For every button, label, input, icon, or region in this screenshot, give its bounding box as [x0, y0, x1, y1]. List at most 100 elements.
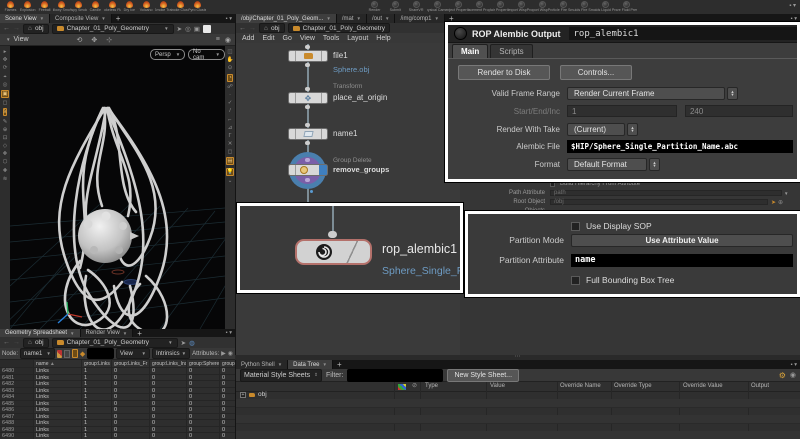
controls-button[interactable]: Controls...: [560, 65, 632, 80]
render-with-take-dropdown[interactable]: (Current): [567, 123, 625, 136]
help-icon[interactable]: ◉: [228, 350, 233, 357]
node-output-dot[interactable]: [305, 63, 310, 67]
column-header[interactable]: [0, 360, 34, 368]
column-header[interactable]: group:Links_Ins: [150, 360, 187, 368]
chevron-down-icon[interactable]: ▼: [784, 191, 788, 196]
node-label[interactable]: file1: [333, 51, 348, 60]
new-style-sheet-button[interactable]: New Style Sheet...: [447, 369, 519, 382]
end-field[interactable]: 240: [685, 105, 793, 117]
use-display-sop-checkbox[interactable]: [571, 222, 580, 231]
column-header[interactable]: Override Type: [614, 382, 652, 391]
spinner-icon[interactable]: ▲▼: [627, 123, 638, 136]
shelf-tool[interactable]: Render: [364, 0, 385, 12]
help-icon[interactable]: ◉: [790, 371, 796, 379]
tab-out-context[interactable]: /out▼: [367, 14, 395, 23]
path-root-chip[interactable]: ⌂obj: [259, 23, 285, 33]
tab-scripts[interactable]: Scripts: [490, 44, 532, 58]
start-field[interactable]: 1: [567, 105, 677, 117]
node-rop-alembic1[interactable]: [295, 239, 372, 265]
tab-data-tree[interactable]: Data Tree▼: [288, 360, 333, 369]
column-header[interactable]: Value: [490, 382, 505, 391]
back-icon[interactable]: ←: [3, 25, 10, 32]
column-header[interactable]: Output: [751, 382, 769, 391]
datatree-mode-dropdown[interactable]: Material Style Sheets⇕: [240, 369, 322, 382]
alembic-file-field[interactable]: $HIP/Sphere_Single_Partition_Name.abc: [567, 140, 793, 153]
group-filter-input[interactable]: [87, 348, 114, 359]
column-header[interactable]: group:T: [220, 360, 235, 368]
path-location-chip[interactable]: Chapter_01_Poly_Geometry▼: [52, 24, 174, 34]
new-tab-button[interactable]: +: [333, 360, 346, 369]
node-label[interactable]: rop_alembic1: [382, 242, 457, 256]
node-file1[interactable]: [288, 50, 328, 62]
tab-scene-view[interactable]: Scene View▼: [0, 14, 50, 23]
column-header[interactable]: name ▲: [34, 360, 82, 368]
checkbox[interactable]: [550, 182, 555, 187]
shelf-tool[interactable]: Smoke Cluster: [172, 0, 189, 12]
color-column-icon[interactable]: [398, 384, 406, 390]
node-label[interactable]: place_at_origin: [333, 93, 387, 102]
spinner-icon[interactable]: ▲▼: [649, 158, 660, 171]
shelf-tool[interactable]: Object Properties: [448, 0, 469, 12]
shelf-tool[interactable]: Fireball: [36, 0, 53, 12]
new-tab-button[interactable]: +: [133, 329, 146, 337]
shelf-menu-icon[interactable]: ▪ ▾: [789, 0, 800, 14]
pane-menu-icons[interactable]: ▪ ▾: [791, 360, 800, 369]
expand-icon[interactable]: +: [240, 392, 246, 398]
chevron-down-icon[interactable]: ▼: [6, 37, 10, 42]
camera-selector[interactable]: No cam▼: [188, 49, 225, 60]
column-header[interactable]: Type: [425, 382, 438, 391]
pane-menu-icons[interactable]: ▪ ▾: [226, 14, 235, 23]
forward-icon[interactable]: →: [249, 25, 256, 32]
globe-icon[interactable]: ◍: [189, 339, 195, 347]
path-attribute-field[interactable]: path: [550, 190, 782, 196]
shelf-tool[interactable]: Flames: [2, 0, 19, 12]
tab-main[interactable]: Main: [452, 44, 488, 58]
node-input-dot[interactable]: [305, 87, 310, 91]
filter-input[interactable]: [347, 369, 443, 382]
shelf-tool[interactable]: Import WispProps: [532, 0, 553, 12]
node-input-dot[interactable]: [328, 231, 337, 238]
menu-edit[interactable]: Edit: [262, 35, 274, 42]
primitives-mode-icon[interactable]: [72, 349, 78, 358]
visibility-column-icon[interactable]: ⊘: [412, 382, 417, 391]
shelf-tool[interactable]: Liquids Liquid Preset: [595, 0, 616, 12]
column-header[interactable]: Override Name: [560, 382, 601, 391]
viewport-left-toolbar[interactable]: ▸✥⟳⌖◎▣◻ λ✎⊕⊡◇❖⬡✚≋: [0, 46, 10, 329]
menu-layout[interactable]: Layout: [347, 35, 368, 42]
node-output-dot[interactable]: [305, 178, 310, 182]
shelf-tool[interactable]: Wispy Smoke: [70, 0, 87, 12]
column-header[interactable]: group:Links: [82, 360, 112, 368]
gear-icon[interactable]: ⚙: [779, 371, 786, 380]
vertices-mode-icon[interactable]: [64, 350, 70, 358]
shelf-tool[interactable]: ShareVR: [406, 0, 427, 12]
view-tool-label[interactable]: View: [13, 36, 28, 43]
format-dropdown[interactable]: Default Format: [567, 158, 647, 171]
partition-attribute-field[interactable]: name: [571, 254, 793, 267]
shelf-tool[interactable]: Hair Properties: [490, 0, 511, 12]
perspective-selector[interactable]: Persp▼: [150, 49, 185, 60]
menu-help[interactable]: Help: [376, 35, 390, 42]
shelf-tool[interactable]: Volcano: [138, 0, 155, 12]
intrinsics-dropdown[interactable]: Intrinsics▼: [152, 348, 190, 359]
column-header[interactable]: group:Sphere: [187, 360, 220, 368]
help-icon[interactable]: ◉: [225, 36, 231, 44]
tab-composite-view[interactable]: Composite View▼: [50, 14, 112, 23]
op-pick-icon[interactable]: ➤: [771, 199, 776, 206]
forward-icon[interactable]: →: [13, 339, 20, 346]
node-output-dot[interactable]: [305, 105, 310, 109]
shelf-tool[interactable]: Particle Fire Smoke: [553, 0, 574, 12]
pin-icon[interactable]: ➤: [181, 339, 186, 347]
scale-tool-icon[interactable]: ⊹: [106, 36, 112, 44]
render-to-disk-button[interactable]: Render to Disk: [458, 65, 550, 80]
valid-frame-range-dropdown[interactable]: Render Current Frame: [567, 87, 725, 100]
tab-mat-context[interactable]: /mat▼: [337, 14, 367, 23]
node-place-at-origin[interactable]: ✥: [288, 92, 328, 104]
layout-icon[interactable]: ≡: [216, 36, 220, 44]
spinner-icon[interactable]: ▲▼: [727, 87, 738, 100]
path-root-chip[interactable]: ⌂obj: [23, 338, 49, 348]
new-tab-button[interactable]: +: [112, 14, 125, 23]
forward-icon[interactable]: →: [13, 25, 20, 32]
color-swatch-icon[interactable]: [203, 25, 211, 33]
viewport-right-toolbar[interactable]: ◫✋⊙◔☍·✓ /⌐⊿Γ✕◻▤💡⌄: [225, 46, 235, 329]
pane-menu-icons[interactable]: ▪ ▾: [226, 329, 235, 337]
